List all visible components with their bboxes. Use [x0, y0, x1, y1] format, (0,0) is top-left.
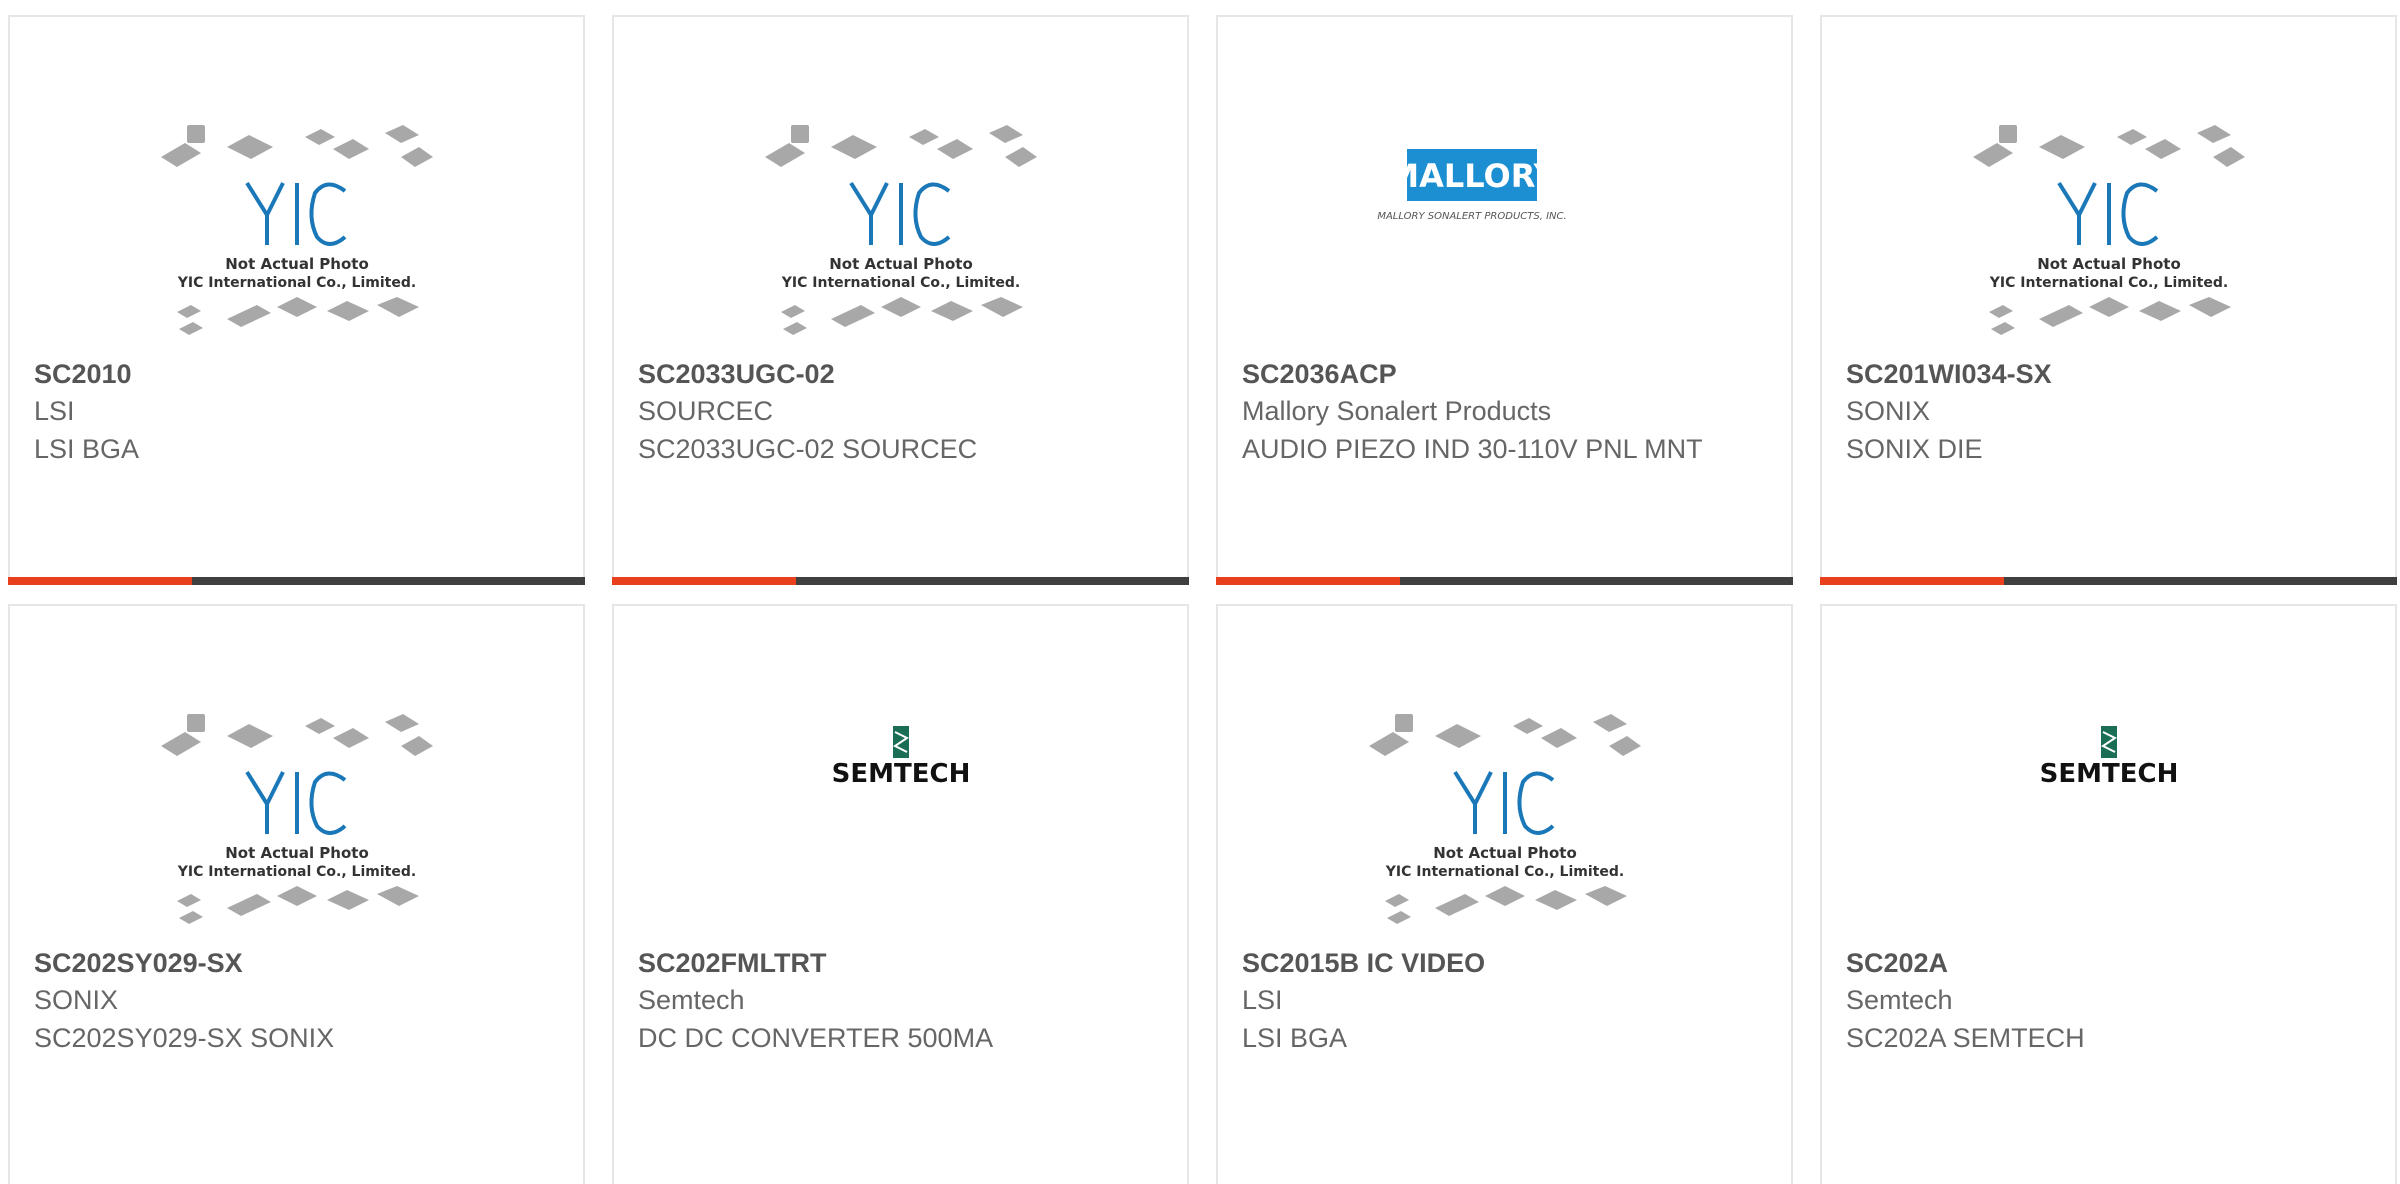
product-image[interactable]: SEMTECH [1822, 686, 2395, 956]
mallory-logo-image: MALLORY MALLORY SONALERT PRODUCTS, INC. [1377, 149, 1566, 222]
svg-text:Not Actual Photo: Not Actual Photo [1433, 844, 1577, 862]
part-number-link[interactable]: SC202FMLTRT [638, 948, 827, 979]
accent-bar [1216, 577, 1400, 585]
manufacturer-label: Semtech [638, 985, 745, 1015]
svg-text:Not Actual Photo: Not Actual Photo [225, 255, 369, 273]
product-image[interactable]: Not Actual Photo YIC International Co., … [1822, 97, 2395, 367]
product-card[interactable]: MALLORY MALLORY SONALERT PRODUCTS, INC. … [1216, 15, 1793, 585]
svg-text:MALLORY SONALERT PRODUCTS, INC: MALLORY SONALERT PRODUCTS, INC. [1377, 211, 1566, 222]
card-footer-bar [1216, 577, 1793, 585]
product-card[interactable]: Not Actual Photo YIC International Co., … [8, 604, 585, 1184]
semtech-logo-image: SEMTECH [2039, 726, 2178, 789]
yic-placeholder-image: Not Actual Photo YIC International Co., … [1972, 125, 2245, 335]
manufacturer-label: LSI [1242, 985, 1283, 1015]
card-footer-bar [8, 577, 585, 585]
product-card[interactable]: Not Actual Photo YIC International Co., … [1820, 15, 2397, 585]
manufacturer-label: SOURCEC [638, 396, 774, 426]
description-text: SC2033UGC-02 SOURCEC [638, 434, 978, 464]
accent-bar [1820, 577, 2004, 585]
product-card[interactable]: SEMTECH SC202FMLTRT Semtech DC DC CONVER… [612, 604, 1189, 1184]
product-card[interactable]: Not Actual Photo YIC International Co., … [8, 15, 585, 585]
yic-placeholder-image: Not Actual Photo YIC International Co., … [160, 714, 433, 924]
description-text: LSI BGA [1242, 1023, 1348, 1053]
svg-text:SEMTECH: SEMTECH [831, 759, 970, 789]
product-image[interactable]: MALLORY MALLORY SONALERT PRODUCTS, INC. [1218, 97, 1791, 367]
svg-text:YIC International Co., Limited: YIC International Co., Limited. [780, 275, 1019, 291]
part-number-link[interactable]: SC2015B IC VIDEO [1242, 948, 1485, 979]
product-image[interactable]: Not Actual Photo YIC International Co., … [10, 97, 583, 367]
product-grid: Not Actual Photo YIC International Co., … [0, 0, 2400, 1184]
svg-text:Not Actual Photo: Not Actual Photo [829, 255, 973, 273]
manufacturer-label: Semtech [1846, 985, 1953, 1015]
svg-text:Not Actual Photo: Not Actual Photo [225, 844, 369, 862]
part-number-link[interactable]: SC2036ACP [1242, 359, 1397, 390]
part-number-link[interactable]: SC201WI034-SX [1846, 359, 2052, 390]
svg-text:YIC International Co., Limited: YIC International Co., Limited. [176, 864, 415, 880]
accent-bar [8, 577, 192, 585]
semtech-logo-image: SEMTECH [831, 726, 970, 789]
svg-text:MALLORY: MALLORY [1387, 157, 1557, 195]
svg-text:YIC International Co., Limited: YIC International Co., Limited. [1384, 864, 1623, 880]
card-footer-bar [612, 577, 1189, 585]
description-text: AUDIO PIEZO IND 30-110V PNL MNT [1242, 434, 1703, 464]
manufacturer-label: SONIX [1846, 396, 1931, 426]
part-number-link[interactable]: SC2033UGC-02 [638, 359, 835, 390]
svg-text:Not Actual Photo: Not Actual Photo [2037, 255, 2181, 273]
part-number-link[interactable]: SC2010 [34, 359, 132, 390]
product-image[interactable]: SEMTECH [614, 686, 1187, 956]
part-number-link[interactable]: SC202SY029-SX [34, 948, 243, 979]
yic-placeholder-image: Not Actual Photo YIC International Co., … [160, 125, 433, 335]
yic-placeholder-image: Not Actual Photo YIC International Co., … [1368, 714, 1641, 924]
part-number-link[interactable]: SC202A [1846, 948, 1948, 979]
svg-text:SEMTECH: SEMTECH [2039, 759, 2178, 789]
manufacturer-label: SONIX [34, 985, 119, 1015]
description-text: LSI BGA [34, 434, 140, 464]
product-card[interactable]: Not Actual Photo YIC International Co., … [612, 15, 1189, 585]
accent-bar [612, 577, 796, 585]
product-card[interactable]: SEMTECH SC202A Semtech SC202A SEMTECH [1820, 604, 2397, 1184]
product-image[interactable]: Not Actual Photo YIC International Co., … [1218, 686, 1791, 956]
card-footer-bar [1820, 577, 2397, 585]
svg-text:YIC International Co., Limited: YIC International Co., Limited. [1988, 275, 2227, 291]
manufacturer-label: LSI [34, 396, 75, 426]
description-text: SC202A SEMTECH [1846, 1023, 2085, 1053]
manufacturer-label: Mallory Sonalert Products [1242, 396, 1552, 426]
description-text: SONIX DIE [1846, 434, 1983, 464]
description-text: SC202SY029-SX SONIX [34, 1023, 335, 1053]
yic-placeholder-image: Not Actual Photo YIC International Co., … [764, 125, 1037, 335]
description-text: DC DC CONVERTER 500MA [638, 1023, 994, 1053]
svg-text:YIC International Co., Limited: YIC International Co., Limited. [176, 275, 415, 291]
product-image[interactable]: Not Actual Photo YIC International Co., … [10, 686, 583, 956]
product-card[interactable]: Not Actual Photo YIC International Co., … [1216, 604, 1793, 1184]
product-image[interactable]: Not Actual Photo YIC International Co., … [614, 97, 1187, 367]
